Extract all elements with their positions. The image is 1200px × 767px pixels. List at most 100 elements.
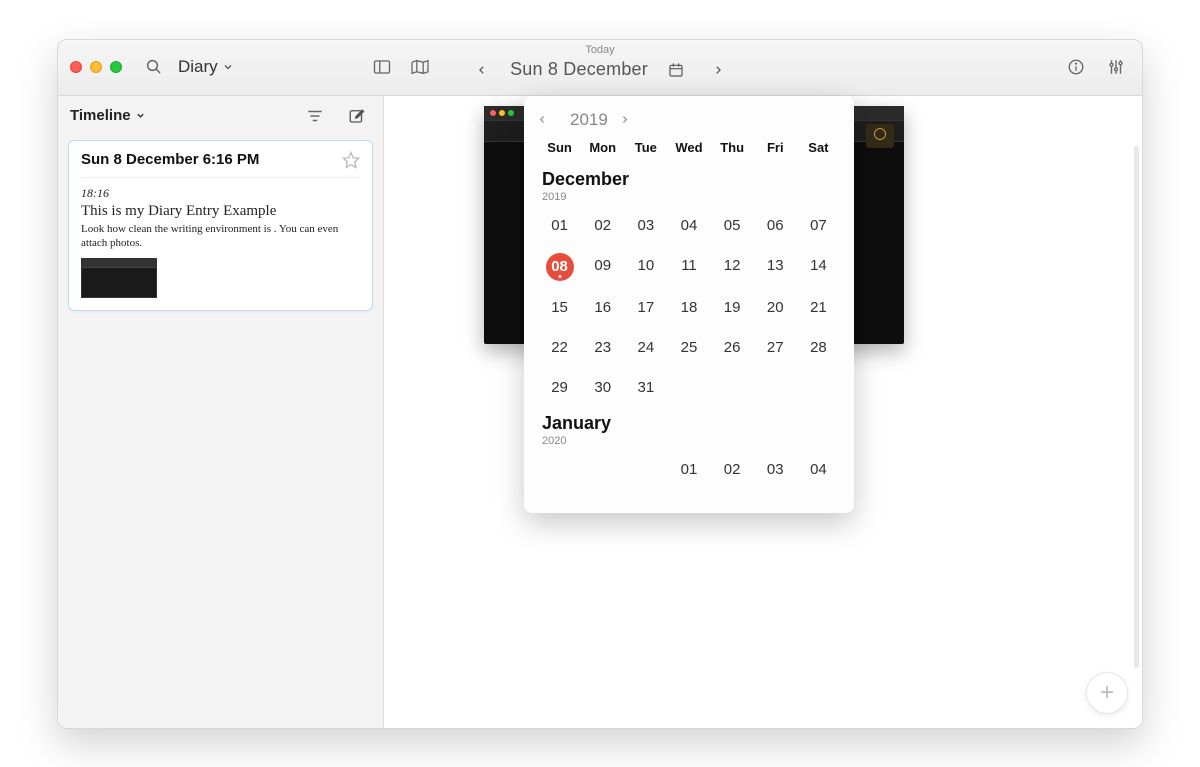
view-toggle-group xyxy=(368,53,434,81)
calendar-day[interactable]: 22 xyxy=(538,335,581,361)
calendar-day[interactable]: 06 xyxy=(754,213,797,239)
main-split: Timeline Sun 8 December 6:16 PM xyxy=(58,96,1142,728)
maximize-button[interactable] xyxy=(110,61,122,73)
calendar-day[interactable]: 20 xyxy=(754,295,797,321)
entry-excerpt: Look how clean the writing environment i… xyxy=(81,222,360,251)
prev-year-button[interactable] xyxy=(538,113,558,126)
prev-day-button[interactable] xyxy=(468,56,496,84)
add-entry-button[interactable]: + xyxy=(1086,672,1128,714)
calendar-day[interactable]: 02 xyxy=(711,457,754,483)
calendar-day[interactable]: 23 xyxy=(581,335,624,361)
next-year-button[interactable] xyxy=(620,113,640,126)
next-day-button[interactable] xyxy=(704,56,732,84)
sidebar-toggle-icon[interactable] xyxy=(368,53,396,81)
map-icon[interactable] xyxy=(406,53,434,81)
diary-label: Diary xyxy=(178,57,218,77)
app-window: Diary Today Sun 8 December xyxy=(57,39,1143,729)
calendar-day-empty xyxy=(538,457,581,483)
calendar-day[interactable]: 03 xyxy=(624,213,667,239)
calendar-day[interactable]: 21 xyxy=(797,295,840,321)
entry-body: 18:16 This is my Diary Entry Example Loo… xyxy=(81,178,360,299)
star-icon[interactable] xyxy=(342,151,360,169)
entry-title: This is my Diary Entry Example xyxy=(81,203,360,220)
right-toolbar-group xyxy=(1062,53,1130,81)
search-icon[interactable] xyxy=(140,53,168,81)
chevron-down-icon xyxy=(135,110,146,121)
calendar-day-empty xyxy=(581,457,624,483)
calendar-day[interactable]: 29 xyxy=(538,375,581,401)
weekday-label: Thu xyxy=(711,140,754,155)
calendar-day[interactable]: 30 xyxy=(581,375,624,401)
entry-thumbnail xyxy=(81,258,157,298)
calendar-icon[interactable] xyxy=(662,56,690,84)
calendar-day[interactable]: 14 xyxy=(797,253,840,279)
calendar-day[interactable]: 01 xyxy=(667,457,710,483)
calendar-day[interactable]: 26 xyxy=(711,335,754,361)
calendar-day[interactable]: 27 xyxy=(754,335,797,361)
calendar-day[interactable]: 17 xyxy=(624,295,667,321)
entry-time: 18:16 xyxy=(81,186,360,201)
weekday-label: Sat xyxy=(797,140,840,155)
today-label: Today xyxy=(585,44,614,56)
calendar-day[interactable]: 31 xyxy=(624,375,667,401)
feedback-badge xyxy=(866,124,894,148)
calendar-day[interactable]: 09 xyxy=(581,253,624,279)
close-button[interactable] xyxy=(70,61,82,73)
chevron-down-icon xyxy=(222,61,234,73)
calendar-day[interactable]: 10 xyxy=(624,253,667,279)
calendar-day[interactable]: 28 xyxy=(797,335,840,361)
calendar-day[interactable]: 25 xyxy=(667,335,710,361)
sidebar-header: Timeline xyxy=(58,96,383,136)
entry-card[interactable]: Sun 8 December 6:16 PM 18:16 This is my … xyxy=(68,140,373,312)
calendar-day[interactable]: 11 xyxy=(667,253,710,279)
month-year: 2019 xyxy=(538,191,840,203)
calendar-month-block: December20190102030405060708091011121314… xyxy=(538,169,840,401)
month-year: 2020 xyxy=(538,435,840,447)
scrollbar[interactable] xyxy=(1134,146,1139,668)
calendar-day[interactable]: 07 xyxy=(797,213,840,239)
weekday-label: Wed xyxy=(667,140,710,155)
calendar-day[interactable]: 04 xyxy=(797,457,840,483)
timeline-sidebar: Timeline Sun 8 December 6:16 PM xyxy=(58,96,384,728)
timeline-dropdown[interactable]: Timeline xyxy=(70,107,146,124)
sliders-icon[interactable] xyxy=(1102,53,1130,81)
diary-dropdown[interactable]: Diary xyxy=(178,57,234,77)
compose-icon[interactable] xyxy=(343,102,371,130)
calendar-weekday-row: SunMonTueWedThuFriSat xyxy=(538,140,840,155)
calendar-day-empty xyxy=(624,457,667,483)
title-bar: Diary Today Sun 8 December xyxy=(58,40,1142,96)
window-controls xyxy=(70,61,122,73)
calendar-day[interactable]: 15 xyxy=(538,295,581,321)
calendar-day[interactable]: 24 xyxy=(624,335,667,361)
timeline-label: Timeline xyxy=(70,107,131,124)
calendar-day[interactable]: 04 xyxy=(667,213,710,239)
month-name: January xyxy=(538,413,840,434)
month-name: December xyxy=(538,169,840,190)
weekday-label: Fri xyxy=(754,140,797,155)
calendar-days-grid: 01020304050607 08 091011121314 151617181920… xyxy=(538,213,840,401)
calendar-day[interactable]: 19 xyxy=(711,295,754,321)
info-icon[interactable] xyxy=(1062,53,1090,81)
calendar-day[interactable]: 01 xyxy=(538,213,581,239)
calendar-days-grid: 01020304 xyxy=(538,457,840,483)
calendar-popover: 2019 SunMonTueWedThuFriSat December20190… xyxy=(524,96,854,513)
weekday-label: Mon xyxy=(581,140,624,155)
content-area: 2019 SunMonTueWedThuFriSat December20190… xyxy=(384,96,1142,728)
minimize-button[interactable] xyxy=(90,61,102,73)
weekday-label: Sun xyxy=(538,140,581,155)
date-nav: Today Sun 8 December xyxy=(440,44,760,84)
calendar-day[interactable]: 05 xyxy=(711,213,754,239)
calendar-day[interactable]: 13 xyxy=(754,253,797,279)
current-date-text: Sun 8 December xyxy=(510,59,648,80)
filter-icon[interactable] xyxy=(301,102,329,130)
calendar-month-block: January2020 01020304 xyxy=(538,413,840,483)
weekday-label: Tue xyxy=(624,140,667,155)
calendar-day[interactable]: 02 xyxy=(581,213,624,239)
calendar-day[interactable]: 18 xyxy=(667,295,710,321)
entry-date-header: Sun 8 December 6:16 PM xyxy=(81,151,259,168)
calendar-day[interactable]: 12 xyxy=(711,253,754,279)
calendar-year[interactable]: 2019 xyxy=(570,110,608,130)
calendar-day[interactable]: 16 xyxy=(581,295,624,321)
calendar-day[interactable]: 08 xyxy=(546,253,574,281)
calendar-day[interactable]: 03 xyxy=(754,457,797,483)
